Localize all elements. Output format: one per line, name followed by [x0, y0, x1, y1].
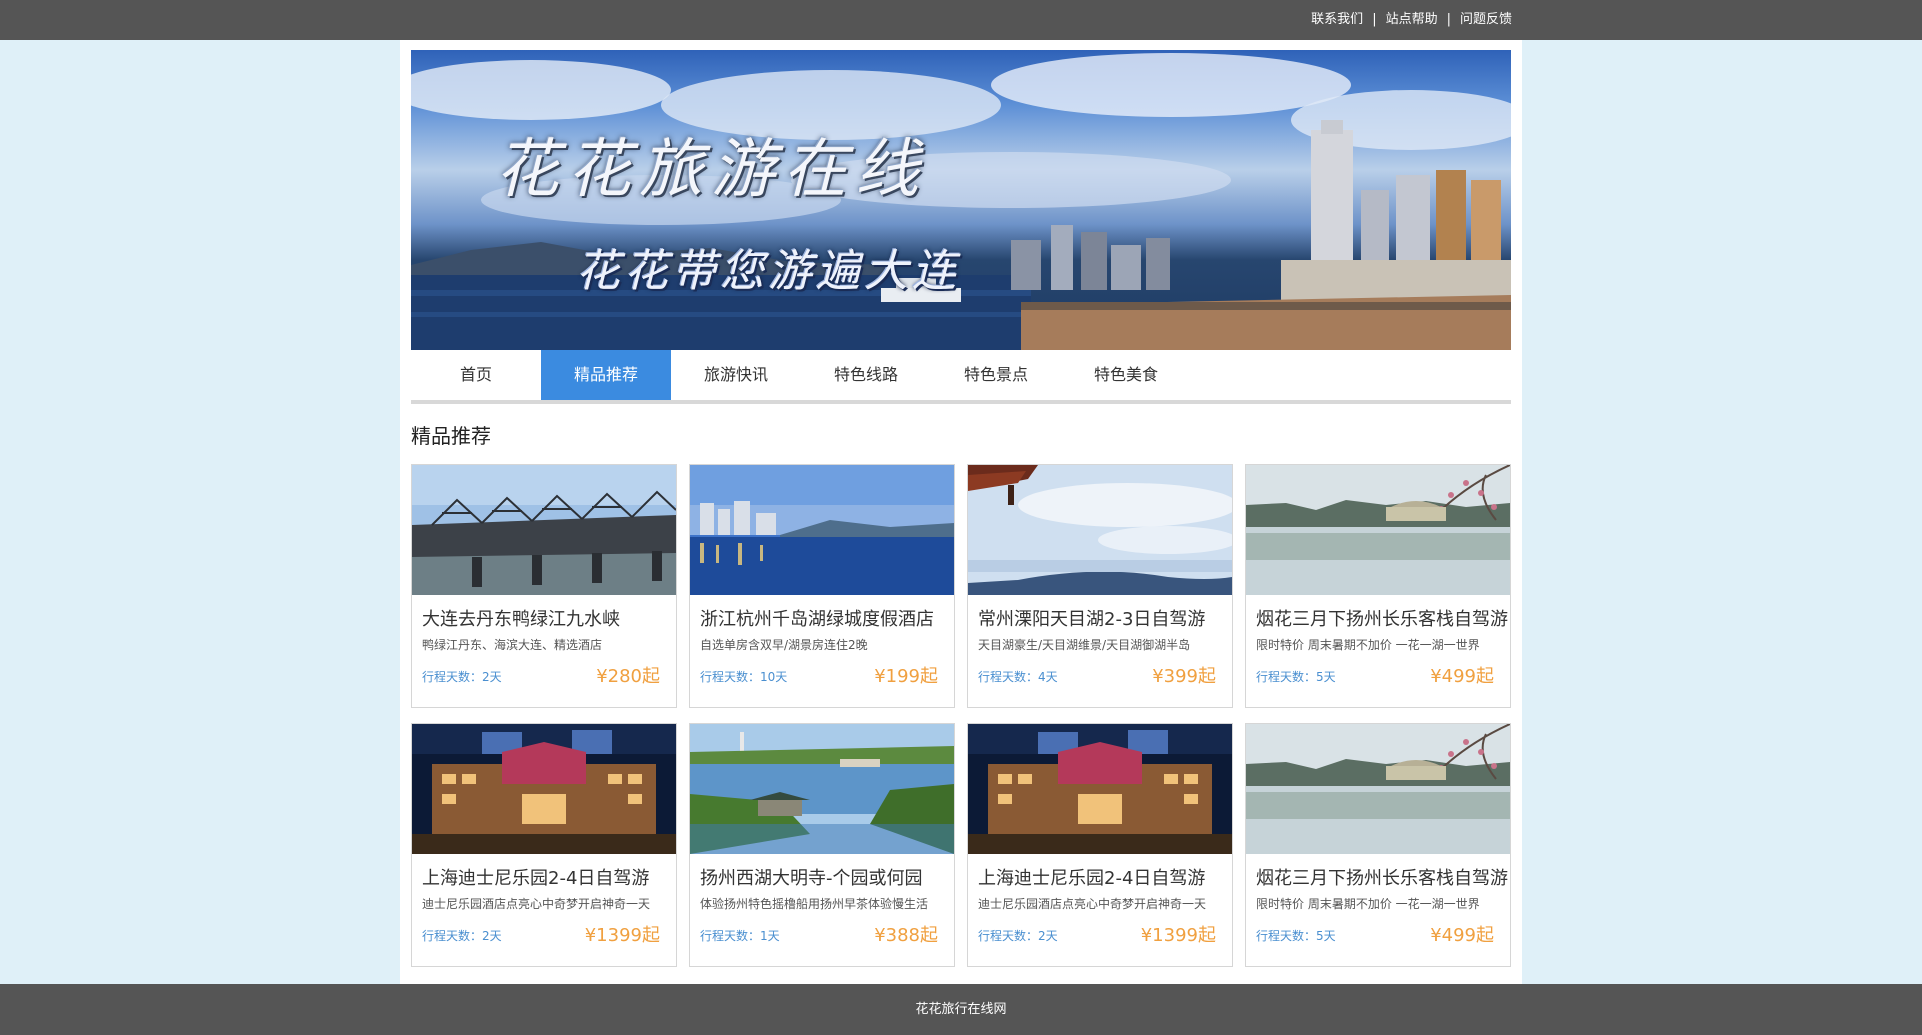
section-title: 精品推荐	[411, 424, 491, 448]
product-duration: 行程天数：10天	[700, 670, 788, 684]
product-image[interactable]	[690, 465, 954, 595]
top-link-divider: |	[1372, 12, 1377, 27]
nav-travel-news[interactable]: 旅游快讯	[671, 350, 801, 400]
product-title[interactable]: 上海迪士尼乐园2-4日自驾游	[422, 864, 678, 890]
top-link-divider: |	[1446, 12, 1451, 27]
product-description: 迪士尼乐园酒店点亮心中奇梦开启神奇一天	[978, 897, 1207, 911]
nav-featured[interactable]: 精品推荐	[541, 350, 671, 400]
nav-special-attractions[interactable]: 特色景点	[931, 350, 1061, 400]
main-container: 花花旅游在线 花花带您游遍大连 首页 精品推荐 旅游快讯 特色线路 特色景点 特…	[400, 40, 1522, 984]
feedback-link[interactable]: 问题反馈	[1460, 0, 1512, 40]
product-image[interactable]	[1246, 724, 1510, 854]
product-description: 体验扬州特色摇橹船用扬州早茶体验慢生活	[700, 897, 929, 911]
product-duration: 行程天数：1天	[700, 929, 780, 943]
product-description: 限时特价 周末暑期不加价 一花一湖一世界	[1256, 897, 1480, 911]
product-description: 鸭绿江丹东、海滨大连、精选酒店	[422, 638, 603, 652]
product-price: ¥280起	[596, 666, 660, 687]
product-duration: 行程天数：2天	[422, 929, 502, 943]
product-price: ¥388起	[874, 925, 938, 946]
product-duration: 行程天数：4天	[978, 670, 1058, 684]
product-price: ¥399起	[1152, 666, 1216, 687]
product-title[interactable]: 大连去丹东鸭绿江九水峡	[422, 605, 678, 631]
product-image[interactable]	[690, 724, 954, 854]
contact-us-link[interactable]: 联系我们	[1311, 0, 1363, 40]
banner: 花花旅游在线 花花带您游遍大连	[411, 50, 1511, 350]
product-card[interactable]: 烟花三月下扬州长乐客栈自驾游 限时特价 周末暑期不加价 一花一湖一世界 行程天数…	[1245, 723, 1511, 967]
product-description: 天目湖豪生/天目湖维景/天目湖御湖半岛	[978, 638, 1191, 652]
product-card[interactable]: 烟花三月下扬州长乐客栈自驾游 限时特价 周末暑期不加价 一花一湖一世界 行程天数…	[1245, 464, 1511, 708]
product-price: ¥1399起	[1140, 925, 1216, 946]
product-title[interactable]: 上海迪士尼乐园2-4日自驾游	[978, 864, 1234, 890]
product-title[interactable]: 常州溧阳天目湖2-3日自驾游	[978, 605, 1234, 631]
product-price: ¥499起	[1430, 925, 1494, 946]
product-card[interactable]: 上海迪士尼乐园2-4日自驾游 迪士尼乐园酒店点亮心中奇梦开启神奇一天 行程天数：…	[967, 723, 1233, 967]
product-grid: 大连去丹东鸭绿江九水峡 鸭绿江丹东、海滨大连、精选酒店 行程天数：2天 ¥280…	[411, 464, 1511, 967]
product-title[interactable]: 烟花三月下扬州长乐客栈自驾游	[1256, 864, 1512, 890]
product-price: ¥499起	[1430, 666, 1494, 687]
product-card[interactable]: 上海迪士尼乐园2-4日自驾游 迪士尼乐园酒店点亮心中奇梦开启神奇一天 行程天数：…	[411, 723, 677, 967]
product-card[interactable]: 常州溧阳天目湖2-3日自驾游 天目湖豪生/天目湖维景/天目湖御湖半岛 行程天数：…	[967, 464, 1233, 708]
product-card[interactable]: 扬州西湖大明寺-个园或何园 体验扬州特色摇橹船用扬州早茶体验慢生活 行程天数：1…	[689, 723, 955, 967]
banner-title: 花花旅游在线	[495, 133, 927, 207]
product-title[interactable]: 扬州西湖大明寺-个园或何园	[700, 864, 956, 890]
nav-special-routes[interactable]: 特色线路	[801, 350, 931, 400]
product-title[interactable]: 浙江杭州千岛湖绿城度假酒店	[700, 605, 956, 631]
product-description: 迪士尼乐园酒店点亮心中奇梦开启神奇一天	[422, 897, 651, 911]
main-nav: 首页 精品推荐 旅游快讯 特色线路 特色景点 特色美食	[411, 350, 1511, 400]
product-price: ¥199起	[874, 666, 938, 687]
top-bar: 联系我们 | 站点帮助 | 问题反馈	[0, 0, 1922, 40]
product-description: 限时特价 周末暑期不加价 一花一湖一世界	[1256, 638, 1480, 652]
nav-divider	[411, 400, 1511, 404]
product-image[interactable]	[1246, 465, 1510, 595]
nav-home[interactable]: 首页	[411, 350, 541, 400]
product-duration: 行程天数：2天	[978, 929, 1058, 943]
site-help-link[interactable]: 站点帮助	[1386, 0, 1438, 40]
product-price: ¥1399起	[584, 925, 660, 946]
product-card[interactable]: 浙江杭州千岛湖绿城度假酒店 自选单房含双早/湖景房连住2晚 行程天数：10天 ¥…	[689, 464, 955, 708]
product-image[interactable]	[968, 724, 1232, 854]
product-duration: 行程天数：2天	[422, 670, 502, 684]
top-links: 联系我们 | 站点帮助 | 问题反馈	[1311, 0, 1512, 40]
product-image[interactable]	[412, 465, 676, 595]
product-title[interactable]: 烟花三月下扬州长乐客栈自驾游	[1256, 605, 1512, 631]
product-card[interactable]: 大连去丹东鸭绿江九水峡 鸭绿江丹东、海滨大连、精选酒店 行程天数：2天 ¥280…	[411, 464, 677, 708]
product-image[interactable]	[968, 465, 1232, 595]
product-description: 自选单房含双早/湖景房连住2晚	[700, 638, 868, 652]
product-duration: 行程天数：5天	[1256, 670, 1336, 684]
nav-special-food[interactable]: 特色美食	[1061, 350, 1191, 400]
footer: 花花旅行在线网	[0, 984, 1922, 1035]
product-duration: 行程天数：5天	[1256, 929, 1336, 943]
banner-subtitle: 花花带您游遍大连	[576, 246, 960, 297]
product-image[interactable]	[412, 724, 676, 854]
